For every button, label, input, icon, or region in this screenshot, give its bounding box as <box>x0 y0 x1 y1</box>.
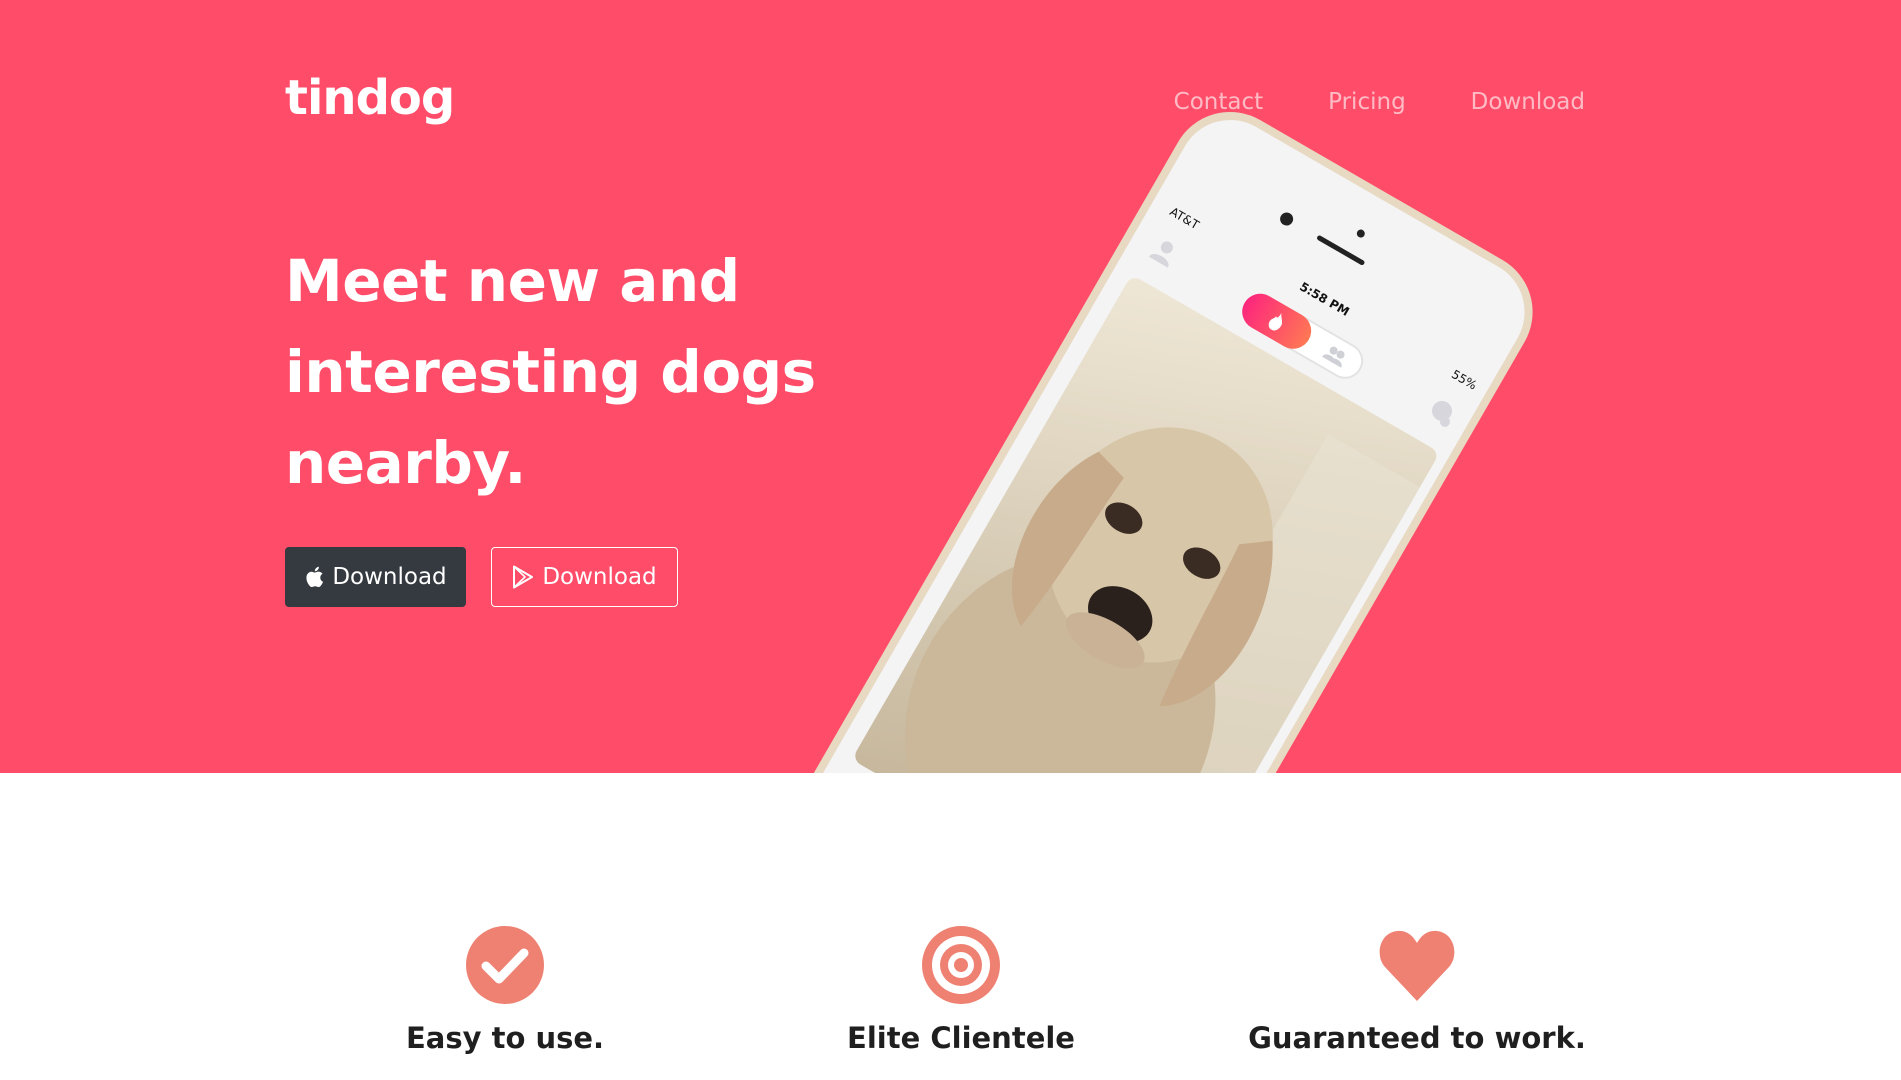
chat-icon[interactable] <box>1426 396 1459 429</box>
carrier-label: AT&T <box>1167 204 1202 233</box>
google-play-download-button[interactable]: Download <box>491 547 678 607</box>
google-play-download-label: Download <box>542 564 657 590</box>
profile-icon[interactable] <box>1148 236 1180 268</box>
feature-title: Easy to use. <box>405 1021 605 1055</box>
top-nav: Contact Pricing Download <box>1109 86 1585 118</box>
heart-icon <box>1377 925 1457 1005</box>
check-circle-icon <box>465 925 545 1005</box>
app-store-download-button[interactable]: Download <box>285 547 466 607</box>
hero-headline: Meet new and interesting dogs nearby. <box>285 247 816 497</box>
phone-speaker <box>1316 234 1366 266</box>
group-icon <box>1322 343 1349 368</box>
app-store-download-label: Download <box>332 564 447 590</box>
phone-sensor <box>1355 228 1367 240</box>
apple-icon <box>304 566 324 588</box>
battery-label: 55% <box>1449 367 1480 393</box>
brand-logo[interactable]: tindog <box>285 70 455 126</box>
hero-section: tindog Contact Pricing Download Meet new… <box>0 0 1901 773</box>
features-section: Easy to use. Elite Clientele Guaranteed … <box>285 773 1616 1080</box>
bullseye-icon <box>921 925 1001 1005</box>
feature-title: Elite Clientele <box>847 1021 1075 1055</box>
nav-link-download[interactable]: Download <box>1471 86 1585 118</box>
nav-link-pricing[interactable]: Pricing <box>1328 86 1406 118</box>
google-play-icon <box>512 565 534 589</box>
phone-camera <box>1277 210 1296 228</box>
feature-title: Guaranteed to work. <box>1248 1021 1586 1055</box>
